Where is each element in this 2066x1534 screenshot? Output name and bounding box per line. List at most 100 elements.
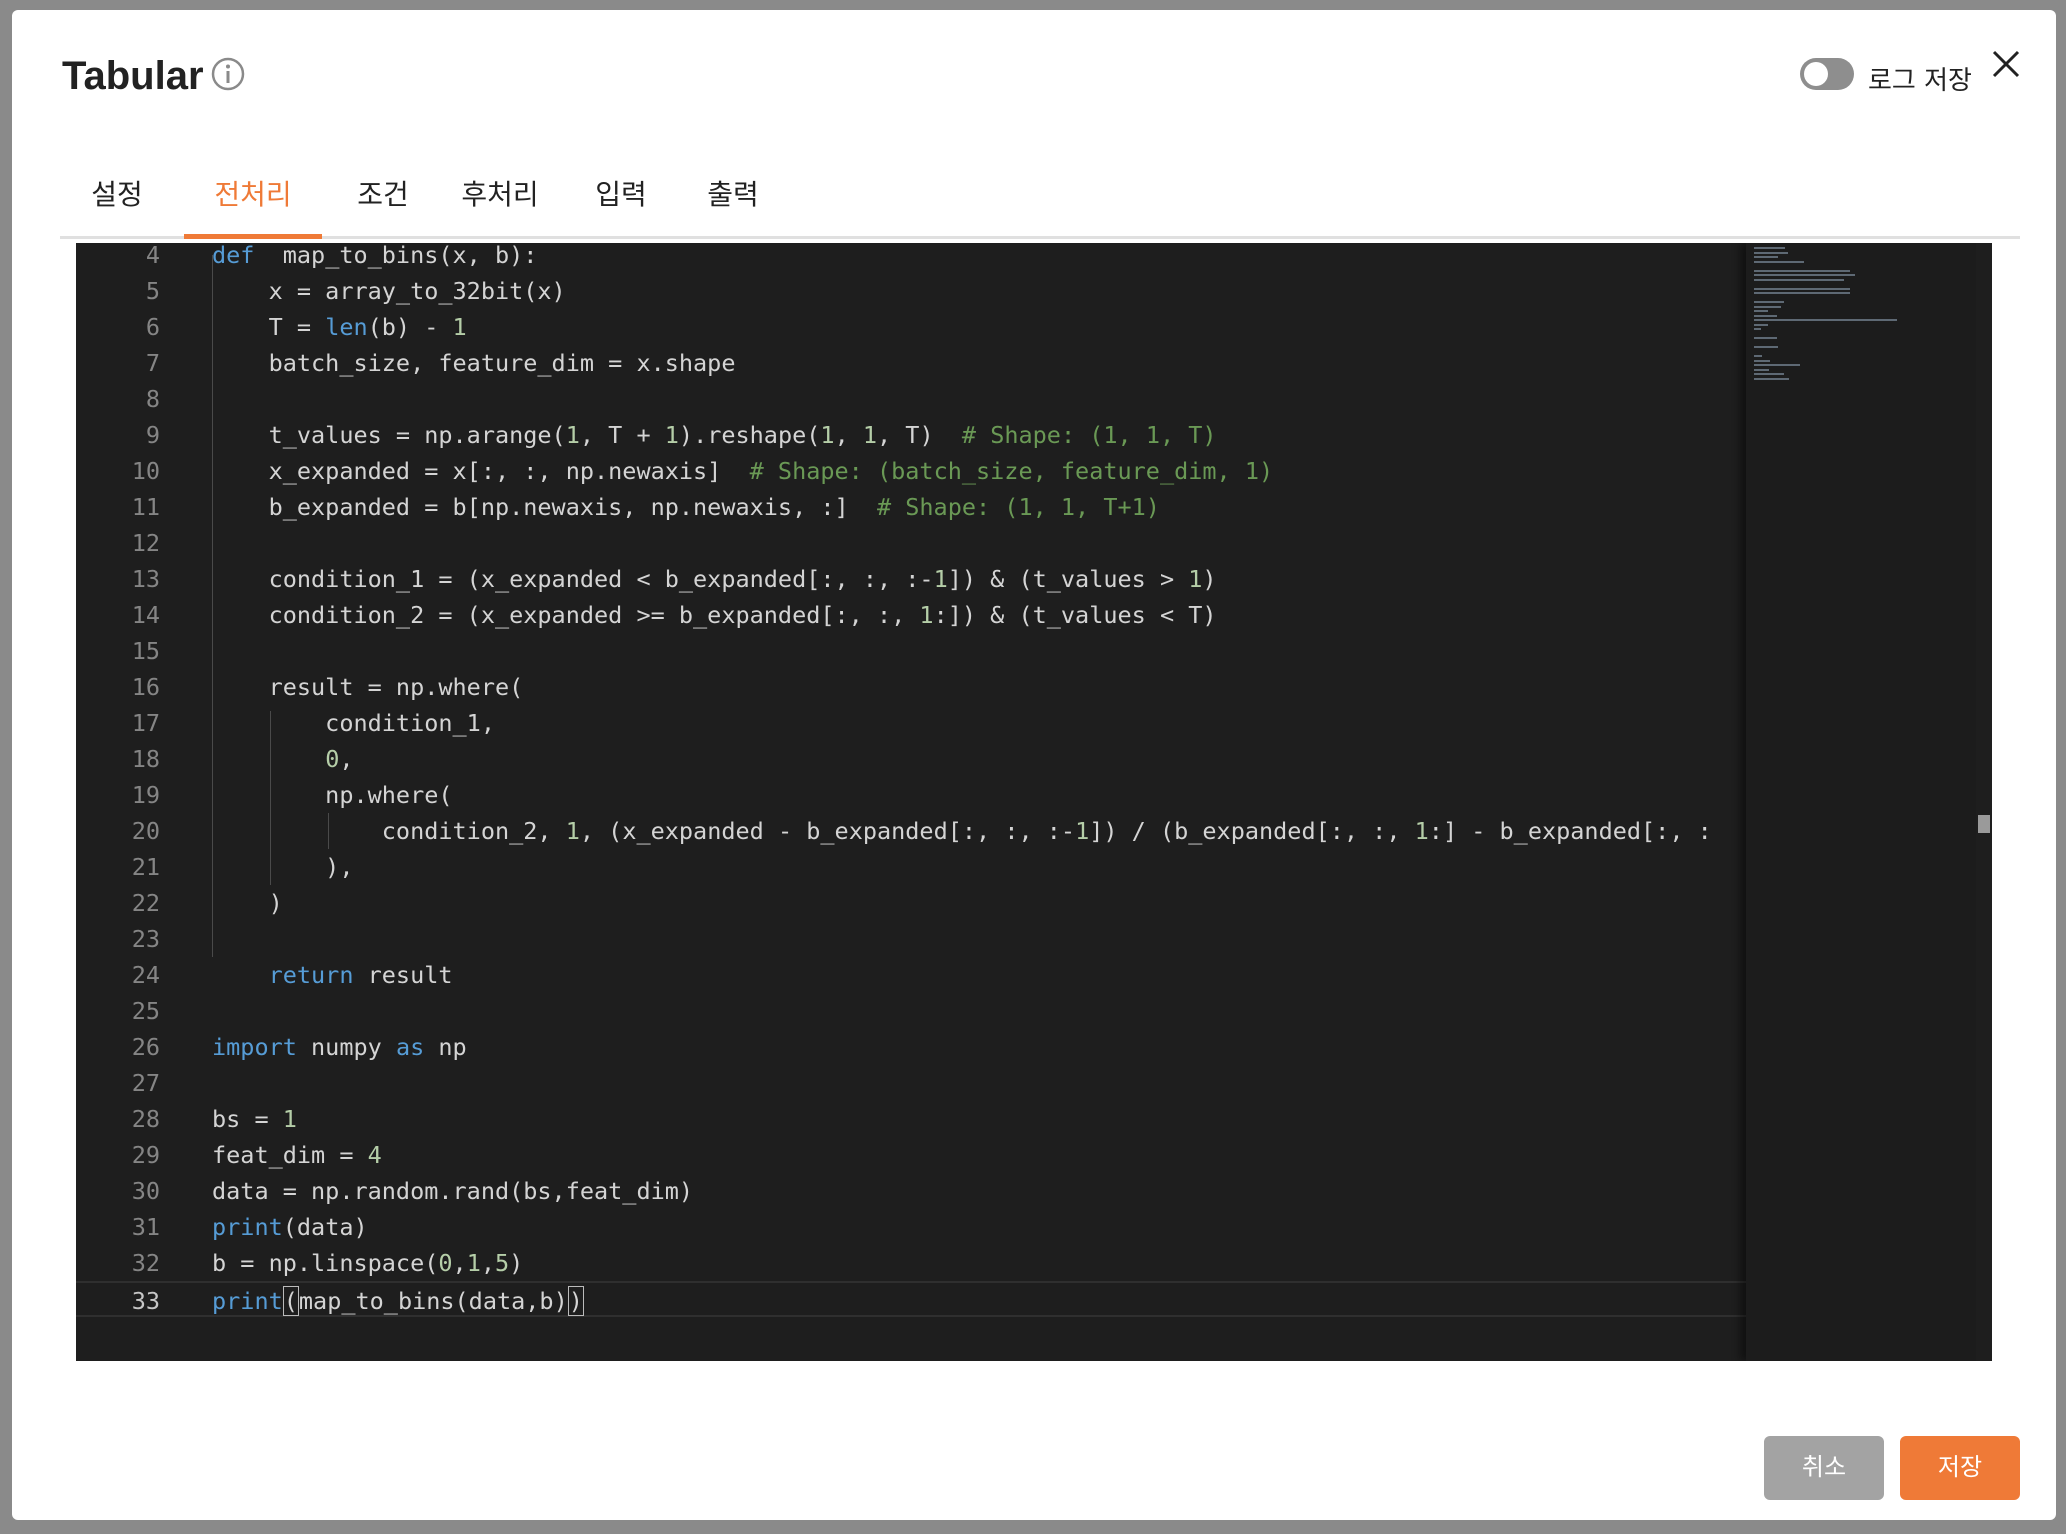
code-text: feat_dim = 4 [212,1141,382,1169]
save-button[interactable]: 저장 [1900,1436,2020,1500]
minimap-line [1754,278,1845,281]
line-number: 7 [145,349,160,377]
code-line[interactable]: 10 x_expanded = x[:, :, np.newaxis] # Sh… [76,453,1746,489]
line-number: 24 [131,961,160,989]
line-number: 12 [131,529,160,557]
code-text: def map_to_bins(x, b): [212,243,538,269]
minimap-line [1754,301,1784,303]
code-line[interactable]: 25 [76,993,1746,1029]
code-text: x = array_to_32bit(x) [212,277,566,305]
cancel-button[interactable]: 취소 [1764,1436,1884,1500]
minimap-line [1754,269,1850,272]
line-number: 21 [131,853,160,881]
line-number: 8 [145,385,160,413]
minimap-line [1754,256,1779,258]
code-line[interactable]: 21 ), [76,849,1746,885]
code-text: data = np.random.rand(bs,feat_dim) [212,1177,694,1205]
minimap[interactable] [1746,243,1976,1361]
line-number: 27 [131,1069,160,1097]
minimap-line [1754,292,1850,294]
code-line[interactable]: 9 t_values = np.arange(1, T + 1).reshape… [76,417,1746,453]
code-text: 0, [325,745,354,773]
code-line[interactable]: 17 condition_1, [76,705,1746,741]
code-area[interactable]: 4 def map_to_bins(x, b): 5 x = array_to_32… [76,243,1746,1361]
code-line[interactable]: 15 [76,633,1746,669]
tab-condition[interactable]: 조건 [340,154,426,236]
minimap-line [1754,346,1779,348]
line-number: 17 [131,709,160,737]
code-line[interactable]: 27 [76,1065,1746,1101]
tab-settings[interactable]: 설정 [74,154,160,236]
code-text: ), [212,853,354,881]
code-line[interactable]: 16 result = np.where( [76,669,1746,705]
minimap-line [1754,274,1856,276]
code-line[interactable]: 19 np.where( [76,777,1746,813]
close-icon[interactable] [1986,44,2026,84]
line-number: 30 [131,1177,160,1205]
code-text: import numpy as np [212,1033,467,1061]
line-number: 16 [131,673,160,701]
line-number: 15 [131,637,160,665]
minimap-line [1754,323,1768,326]
tab-postprocessing[interactable]: 후처리 [448,154,552,236]
code-line[interactable]: 23 [76,921,1746,957]
code-line[interactable]: 30 data = np.random.rand(bs,feat_dim) [76,1173,1746,1209]
code-line[interactable]: 8 [76,381,1746,417]
code-line[interactable]: 5 x = array_to_32bit(x) [76,273,1746,309]
code-line[interactable]: 22 ) [76,885,1746,921]
minimap-line [1754,359,1771,362]
code-line[interactable]: 12 [76,525,1746,561]
code-line[interactable]: 6 T = len(b) - 1 [76,309,1746,345]
minimap-line [1754,355,1763,357]
code-line[interactable]: 32 b = np.linspace(0,1,5) [76,1245,1746,1281]
code-line[interactable]: 24 return result [76,957,1746,993]
line-number: 28 [131,1105,160,1133]
info-icon[interactable] [210,56,246,92]
minimap-line [1754,373,1784,375]
code-text: bs = 1 [212,1105,297,1133]
code-line[interactable]: 13 condition_1 = (x_expanded < b_expande… [76,561,1746,597]
code-line[interactable]: 26 import numpy as np [76,1029,1746,1065]
code-text: T = len(b) - 1 [212,313,467,341]
tab-output[interactable]: 출력 [690,154,776,236]
tab-input[interactable]: 입력 [578,154,664,236]
line-number: 5 [145,277,160,305]
line-number: 22 [131,889,160,917]
code-line[interactable]: 31 print(data) [76,1209,1746,1245]
minimap-line [1754,377,1790,380]
line-number: 19 [131,781,160,809]
code-text: return result [268,961,453,989]
line-number: 6 [145,313,160,341]
line-number: 29 [131,1141,160,1169]
line-number: 10 [131,457,160,485]
minimap-line [1754,305,1781,308]
minimap-line [1754,287,1850,290]
code-line[interactable]: 29 feat_dim = 4 [76,1137,1746,1173]
code-text: b = np.linspace(0,1,5) [212,1249,524,1277]
code-text: print(map_to_bins(data,b)) [212,1286,584,1316]
code-line[interactable]: 7 batch_size, feature_dim = x.shape [76,345,1746,381]
code-line[interactable]: 4 def map_to_bins(x, b): [76,243,1746,273]
toggle-knob [1804,62,1828,86]
log-save-toggle[interactable] [1800,58,1854,90]
dialog: Tabular 로그 저장 설정 전처리 조건 후처리 입력 출력 4 def m… [12,10,2056,1520]
code-line[interactable]: 14 condition_2 = (x_expanded >= b_expand… [76,597,1746,633]
code-text: result = np.where( [212,673,524,701]
scroll-thumb[interactable] [1978,815,1990,833]
code-line[interactable]: 18 0, [76,741,1746,777]
code-editor[interactable]: 4 def map_to_bins(x, b): 5 x = array_to_32… [76,243,1992,1361]
code-text: condition_1, [212,709,495,737]
minimap-line [1754,319,1898,321]
line-number: 18 [131,745,160,773]
code-line[interactable]: 11 b_expanded = b[np.newaxis, np.newaxis… [76,489,1746,525]
minimap-line [1754,247,1786,249]
code-line[interactable]: 33 print(map_to_bins(data,b)) [76,1281,1746,1317]
code-line[interactable]: 28 bs = 1 [76,1101,1746,1137]
line-number: 11 [131,493,160,521]
line-number: 31 [131,1213,160,1241]
code-text: condition_2, 1, (x_expanded - b_expanded… [212,817,1712,845]
tab-preprocessing[interactable]: 전처리 [184,154,322,239]
minimap-line [1754,337,1777,339]
code-line[interactable]: 20 condition_2, 1, (x_expanded - b_expan… [76,813,1746,849]
editor-scrollbar[interactable] [1976,243,1992,1361]
